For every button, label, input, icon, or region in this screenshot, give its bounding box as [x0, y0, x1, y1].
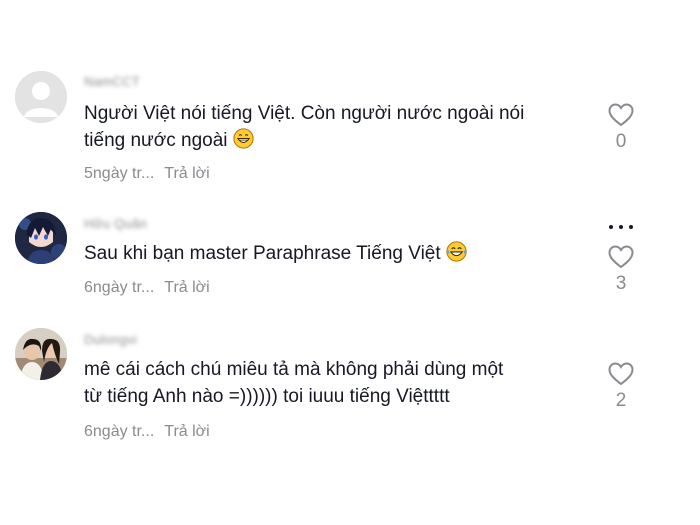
comment-text-line: tiếng nước ngoài: [84, 130, 228, 151]
like-count: 3: [615, 273, 627, 294]
photo-avatar: [15, 328, 67, 380]
comment-text: mê cái cách chú miêu tả mà không phải dù…: [84, 356, 589, 410]
avatar[interactable]: [15, 328, 67, 380]
comment-time: 6ngày tr...: [84, 423, 155, 440]
reply-button[interactable]: Trả lời: [164, 279, 209, 296]
comment-meta: 6ngày tr... Trả lời: [84, 423, 210, 441]
username[interactable]: Hữu Quân: [84, 216, 147, 231]
like-button[interactable]: 0: [603, 103, 639, 153]
avatar[interactable]: [15, 212, 67, 264]
tears-of-joy-emoji: [446, 241, 467, 262]
username[interactable]: NamCCT: [84, 74, 140, 89]
comment-time: 6ngày tr...: [84, 279, 155, 296]
more-options-icon[interactable]: [603, 220, 639, 234]
reply-button[interactable]: Trả lời: [164, 423, 209, 440]
like-count: 2: [615, 390, 627, 411]
comment-text: Sau khi bạn master Paraphrase Tiếng Việt: [84, 240, 589, 267]
avatar[interactable]: [15, 71, 67, 123]
heart-outline-icon: [608, 245, 634, 269]
comment-meta: 5ngày tr... Trả lời: [84, 165, 210, 183]
like-button[interactable]: 3: [603, 245, 639, 295]
comment-text-line: Người Việt nói tiếng Việt. Còn người nướ…: [84, 103, 525, 124]
comment-text-line: từ tiếng Anh nào =)))))) toi iuuu tiếng …: [84, 386, 450, 407]
like-button[interactable]: 2: [603, 362, 639, 412]
grinning-face-emoji: [233, 128, 254, 149]
heart-outline-icon: [608, 103, 634, 127]
anime-avatar: [15, 212, 67, 264]
username[interactable]: Dulongvi: [84, 332, 137, 347]
heart-outline-icon: [608, 362, 634, 386]
comment-text-line: mê cái cách chú miêu tả mà không phải dù…: [84, 359, 504, 380]
comment-text: Người Việt nói tiếng Việt. Còn người nướ…: [84, 100, 589, 154]
comment-text-line: Sau khi bạn master Paraphrase Tiếng Việt: [84, 243, 441, 264]
like-count: 0: [615, 131, 627, 152]
reply-button[interactable]: Trả lời: [164, 165, 209, 182]
default-avatar-icon: [15, 71, 67, 123]
comment-time: 5ngày tr...: [84, 165, 155, 182]
comment-meta: 6ngày tr... Trả lời: [84, 279, 210, 297]
